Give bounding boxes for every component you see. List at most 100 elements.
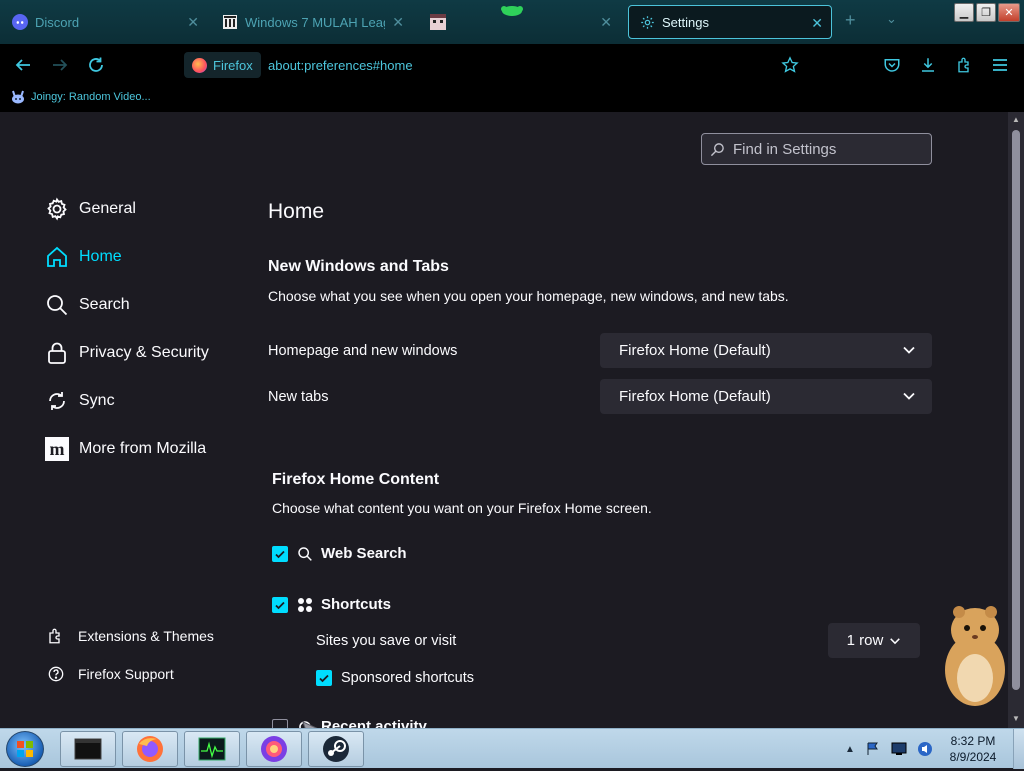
shortcuts-checkbox[interactable]	[272, 596, 288, 613]
help-icon	[47, 665, 65, 683]
shortcuts-description: Sites you save or visit	[316, 633, 457, 649]
sidebar-footer-label: Extensions & Themes	[78, 628, 214, 644]
chevron-down-icon	[890, 637, 901, 644]
section-heading-home-content: Firefox Home Content	[272, 471, 440, 488]
find-in-settings[interactable]	[701, 133, 932, 165]
downloads-button[interactable]	[916, 53, 940, 77]
shortcuts-option: Shortcuts	[272, 596, 391, 613]
identity-box[interactable]: Firefox	[184, 52, 261, 78]
terminal-icon	[74, 738, 102, 760]
gear-icon	[45, 197, 69, 221]
app-menu-button[interactable]	[988, 53, 1012, 77]
tab-league[interactable]: Windows 7 MULAH League ✕	[212, 5, 412, 39]
search-icon	[298, 546, 312, 561]
web-search-option: Web Search	[272, 545, 407, 562]
start-button[interactable]	[6, 731, 44, 767]
sync-icon	[45, 389, 69, 413]
taskbar-app-terminal[interactable]	[60, 731, 116, 767]
section-description: Choose what content you want on your Fir…	[272, 500, 652, 516]
forward-button[interactable]	[48, 53, 72, 77]
tab-title: Discord	[35, 14, 80, 30]
close-window-button[interactable]: ✕	[998, 3, 1020, 22]
sidebar-item-label: More from Mozilla	[79, 440, 207, 457]
svg-text:m: m	[50, 439, 65, 459]
show-hidden-icons-icon[interactable]: ▲	[845, 744, 855, 755]
preferences-page: General Home Search Privacy & Security S…	[0, 112, 1008, 728]
tab-title: Settings	[662, 14, 709, 30]
sidebar-item-sync[interactable]: Sync	[45, 389, 115, 413]
sidebar-item-general[interactable]: General	[45, 197, 136, 221]
volume-icon[interactable]	[917, 741, 933, 757]
url-bar[interactable]: about:preferences#home	[268, 58, 413, 73]
search-input[interactable]	[731, 139, 921, 159]
close-tab-icon[interactable]: ✕	[187, 14, 199, 31]
sponsored-shortcuts-option: Sponsored shortcuts	[316, 670, 474, 686]
homepage-select[interactable]: Firefox Home (Default)	[600, 333, 932, 368]
recent-activity-option: Recent activity	[272, 718, 427, 728]
list-all-tabs-icon[interactable]: ⌄	[886, 11, 897, 27]
close-tab-icon[interactable]: ✕	[392, 14, 404, 31]
sidebar-item-privacy[interactable]: Privacy & Security	[45, 341, 209, 365]
tab-settings[interactable]: Settings ✕	[628, 5, 832, 39]
close-tab-icon[interactable]: ✕	[600, 14, 612, 31]
pocket-button[interactable]	[880, 53, 904, 77]
bookmark-star-button[interactable]	[778, 53, 802, 77]
homepage-select-value: Firefox Home (Default)	[619, 342, 771, 359]
show-desktop-button[interactable]	[1013, 729, 1024, 769]
clock-date: 8/9/2024	[949, 750, 997, 764]
web-search-checkbox[interactable]	[272, 545, 288, 562]
anime-avatar-icon	[430, 14, 446, 30]
taskbar-app-steam[interactable]	[308, 731, 364, 767]
tab-strip: Discord ✕ Windows 7 MULAH League ✕ ✕ Set…	[0, 0, 1024, 44]
taskbar-clock[interactable]: 8:32 PM 8/9/2024	[940, 733, 1006, 765]
recent-activity-checkbox[interactable]	[272, 718, 288, 728]
forward-arrow-icon	[53, 59, 68, 71]
tab-discord[interactable]: Discord ✕	[2, 5, 207, 39]
taskbar-app-browser[interactable]	[246, 731, 302, 767]
sponsored-shortcuts-checkbox[interactable]	[316, 670, 332, 686]
browser-icon	[261, 736, 287, 762]
chevron-down-icon	[903, 346, 915, 354]
download-icon	[922, 58, 934, 72]
mozilla-icon: m	[45, 437, 69, 461]
windows-taskbar: ▲ 8:32 PM 8/9/2024	[0, 728, 1024, 769]
maximize-button[interactable]: ❐	[976, 3, 996, 22]
gear-icon	[639, 14, 655, 30]
sidebar-item-home[interactable]: Home	[45, 245, 122, 269]
sidebar-firefox-support[interactable]: Firefox Support	[47, 665, 174, 683]
taskbar-app-firefox[interactable]	[122, 731, 178, 767]
scrollbar-thumb[interactable]	[1012, 130, 1020, 690]
frog-decoration-icon	[501, 6, 523, 16]
back-button[interactable]	[11, 53, 35, 77]
search-icon	[45, 293, 69, 317]
recent-activity-label: Recent activity	[321, 718, 427, 728]
shortcuts-grid-icon	[298, 597, 312, 612]
extensions-button[interactable]	[953, 53, 977, 77]
newtabs-select-value: Firefox Home (Default)	[619, 388, 771, 405]
new-tab-icon[interactable]: +	[845, 10, 856, 31]
sidebar-item-search[interactable]: Search	[45, 293, 130, 317]
search-icon	[710, 142, 724, 156]
sidebar-item-label: Sync	[79, 392, 115, 409]
sponsored-shortcuts-label: Sponsored shortcuts	[341, 670, 474, 686]
network-icon[interactable]	[891, 742, 907, 756]
newtabs-select[interactable]: Firefox Home (Default)	[600, 379, 932, 414]
scroll-down-icon[interactable]: ▼	[1012, 714, 1020, 723]
close-tab-icon[interactable]: ✕	[811, 15, 823, 32]
puzzle-icon	[958, 57, 969, 73]
scroll-up-icon[interactable]: ▲	[1012, 115, 1020, 124]
lock-icon	[45, 341, 69, 365]
sidebar-item-label: Privacy & Security	[79, 344, 209, 361]
windows-logo-icon	[17, 741, 33, 757]
vertical-scrollbar[interactable]: ▲ ▼	[1008, 112, 1024, 728]
clock-time: 8:32 PM	[950, 734, 996, 748]
shortcut-rows-select[interactable]: 1 row	[828, 623, 920, 658]
taskbar-app-monitor[interactable]	[184, 731, 240, 767]
sidebar-extensions-themes[interactable]: Extensions & Themes	[47, 627, 214, 645]
sidebar-item-mozilla[interactable]: m More from Mozilla	[45, 437, 206, 461]
navigation-toolbar: Firefox about:preferences#home	[0, 44, 1024, 86]
action-center-flag-icon[interactable]	[865, 741, 881, 757]
minimize-button[interactable]: ▁	[954, 3, 974, 22]
reload-button[interactable]	[84, 53, 108, 77]
bookmark-joingy[interactable]: Joingy: Random Video...	[10, 90, 151, 104]
